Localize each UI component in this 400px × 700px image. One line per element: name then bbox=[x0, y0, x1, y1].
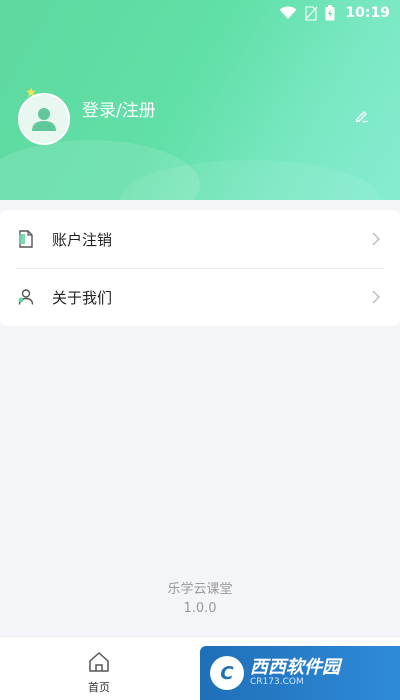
watermark-domain: CR173.COM bbox=[250, 676, 304, 687]
home-icon bbox=[89, 652, 109, 672]
watermark-logo-icon: C bbox=[210, 656, 244, 690]
menu-item-about-us[interactable]: 关于我们 bbox=[0, 268, 400, 326]
settings-menu: 账户注销 关于我们 bbox=[0, 210, 400, 326]
status-time: 10:19 bbox=[345, 5, 390, 21]
profile-header: 10:19 登录/注册 bbox=[0, 0, 400, 200]
menu-item-account-deletion[interactable]: 账户注销 bbox=[0, 210, 400, 268]
watermark-brand: 西西软件园 bbox=[250, 656, 340, 678]
app-name: 乐学云课堂 bbox=[167, 582, 233, 597]
wifi-icon bbox=[279, 6, 297, 20]
battery-charging-icon bbox=[325, 5, 335, 21]
status-bar: 10:19 bbox=[0, 0, 400, 26]
menu-item-label: 关于我们 bbox=[52, 288, 113, 307]
login-register-link[interactable]: 登录/注册 bbox=[82, 96, 156, 121]
app-info: 乐学云课堂 1.0.0 bbox=[0, 580, 400, 618]
chevron-right-icon bbox=[372, 290, 380, 304]
tab-home-label: 首页 bbox=[88, 681, 110, 694]
document-icon bbox=[16, 229, 36, 249]
chevron-right-icon bbox=[372, 232, 380, 246]
app-version: 1.0.0 bbox=[183, 601, 217, 616]
menu-item-label: 账户注销 bbox=[52, 230, 113, 249]
user-avatar-icon bbox=[32, 108, 56, 131]
no-sim-icon bbox=[305, 5, 318, 21]
user-icon bbox=[16, 287, 36, 307]
avatar[interactable] bbox=[18, 93, 70, 145]
watermark-logo: C 西西软件园 CR173.COM bbox=[200, 646, 400, 700]
edit-icon[interactable] bbox=[354, 108, 370, 124]
tab-home[interactable]: 首页 bbox=[79, 651, 119, 695]
